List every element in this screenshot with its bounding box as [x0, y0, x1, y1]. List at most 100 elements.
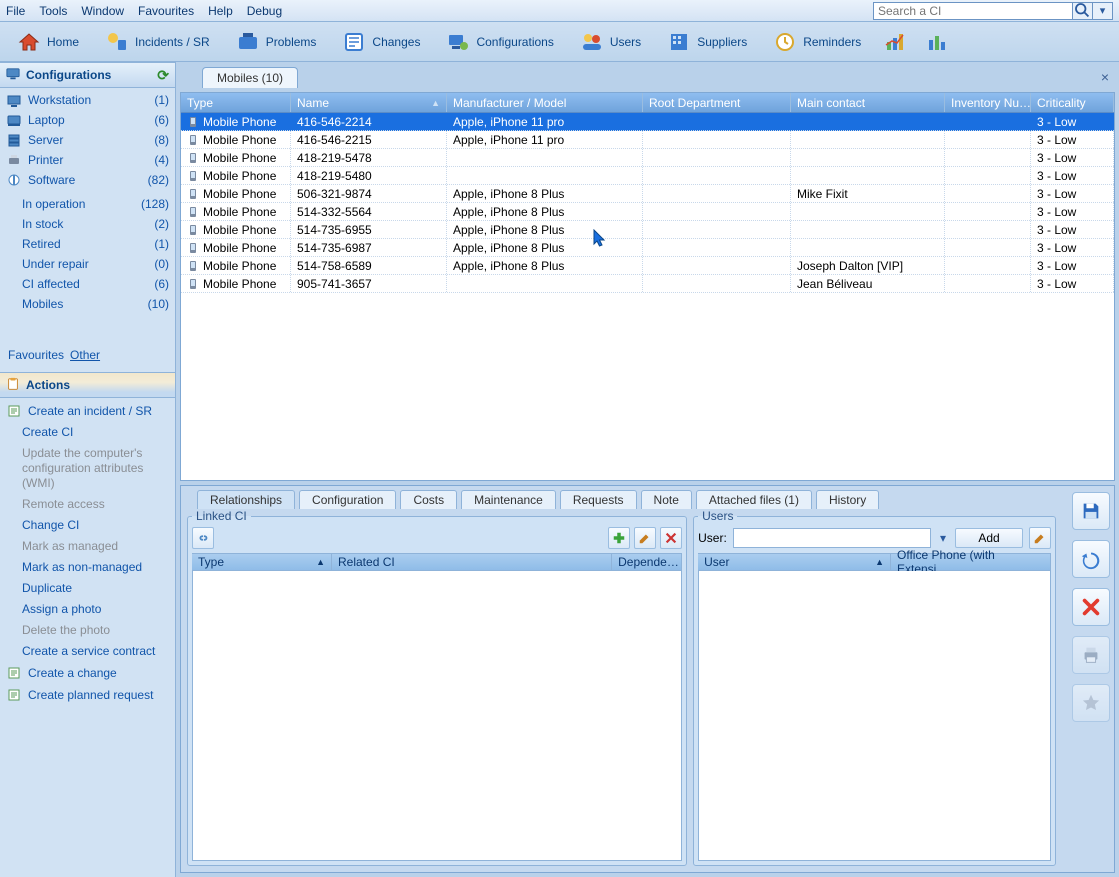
- detail-tab-relationships[interactable]: Relationships: [197, 490, 295, 509]
- phone-icon: [187, 170, 199, 182]
- sidebar-filter-mobiles[interactable]: Mobiles(10): [0, 294, 175, 314]
- sidebar-filter-retired[interactable]: Retired(1): [0, 234, 175, 254]
- user-input[interactable]: [733, 528, 931, 548]
- toolbar-users[interactable]: Users: [569, 25, 652, 59]
- edit-user-icon[interactable]: [1029, 527, 1051, 549]
- cat-icon: [6, 172, 22, 188]
- dropdown-icon[interactable]: ▾: [937, 531, 949, 545]
- col-root-department[interactable]: Root Department: [643, 93, 791, 112]
- menu-debug[interactable]: Debug: [247, 4, 282, 18]
- table-row[interactable]: Mobile Phone506-321-9874Apple, iPhone 8 …: [181, 185, 1114, 203]
- toolbar-chart1[interactable]: [876, 25, 914, 59]
- col-type[interactable]: Type: [181, 93, 291, 112]
- sidebar-filter-ci-affected[interactable]: CI affected(6): [0, 274, 175, 294]
- sidebar-filter-under-repair[interactable]: Under repair(0): [0, 254, 175, 274]
- delete-button[interactable]: [1072, 588, 1110, 626]
- toolbar-chart2[interactable]: [918, 25, 956, 59]
- menu-tools[interactable]: Tools: [39, 4, 67, 18]
- action-duplicate[interactable]: Duplicate: [0, 578, 175, 599]
- action-assign-a-photo[interactable]: Assign a photo: [0, 599, 175, 620]
- clipboard-icon: [6, 377, 20, 394]
- phone-icon: [187, 152, 199, 164]
- favourites-other[interactable]: Other: [70, 348, 100, 362]
- undo-button[interactable]: [1072, 540, 1110, 578]
- menu-help[interactable]: Help: [208, 4, 233, 18]
- sidebar-cat-software[interactable]: Software(82): [0, 170, 175, 190]
- table-row[interactable]: Mobile Phone514-735-6987Apple, iPhone 8 …: [181, 239, 1114, 257]
- refresh-icon[interactable]: ⟳: [157, 67, 169, 84]
- favourites-label[interactable]: Favourites: [8, 348, 64, 362]
- action-create-planned-request[interactable]: Create planned request: [0, 684, 175, 706]
- action-mark-as-non-managed[interactable]: Mark as non-managed: [0, 557, 175, 578]
- sidebar-cat-server[interactable]: Server(8): [0, 130, 175, 150]
- col-inventory[interactable]: Inventory Nu…: [945, 93, 1031, 112]
- add-link-icon[interactable]: [608, 527, 630, 549]
- detail-tab-attached-files-[interactable]: Attached files (1): [696, 490, 812, 509]
- action-create-a-change[interactable]: Create a change: [0, 662, 175, 684]
- search-input[interactable]: [873, 2, 1073, 20]
- detail-tab-maintenance[interactable]: Maintenance: [461, 490, 556, 509]
- toolbar-changes[interactable]: Changes: [331, 25, 431, 59]
- table-row[interactable]: Mobile Phone416-546-2215Apple, iPhone 11…: [181, 131, 1114, 149]
- menubar: File Tools Window Favourites Help Debug ▾: [0, 0, 1119, 22]
- col-manufacturer[interactable]: Manufacturer / Model: [447, 93, 643, 112]
- add-user-button[interactable]: Add: [955, 528, 1023, 548]
- action-change-ci[interactable]: Change CI: [0, 515, 175, 536]
- phone-icon: [187, 206, 199, 218]
- table-row[interactable]: Mobile Phone416-546-2214Apple, iPhone 11…: [181, 113, 1114, 131]
- detail-tab-note[interactable]: Note: [641, 490, 692, 509]
- sidebar-cat-printer[interactable]: Printer(4): [0, 150, 175, 170]
- favourite-button[interactable]: [1072, 684, 1110, 722]
- table-row[interactable]: Mobile Phone514-735-6955Apple, iPhone 8 …: [181, 221, 1114, 239]
- tab-mobiles[interactable]: Mobiles (10): [202, 67, 298, 88]
- edit-link-icon[interactable]: [634, 527, 656, 549]
- users-col-user[interactable]: User▲: [698, 554, 891, 570]
- col-criticality[interactable]: Criticality: [1031, 93, 1114, 112]
- toolbar-reminders[interactable]: Reminders: [762, 25, 872, 59]
- detail-tab-costs[interactable]: Costs: [400, 490, 457, 509]
- phone-icon: [187, 224, 199, 236]
- toolbar-label: Changes: [372, 35, 420, 49]
- print-button[interactable]: [1072, 636, 1110, 674]
- linked-col-dependency[interactable]: Depende…: [612, 554, 682, 570]
- detail-tab-requests[interactable]: Requests: [560, 490, 637, 509]
- toolbar-incidents[interactable]: Incidents / SR: [94, 25, 221, 59]
- toolbar-home[interactable]: Home: [6, 25, 90, 59]
- menu-file[interactable]: File: [6, 4, 25, 18]
- detail-tab-configuration[interactable]: Configuration: [299, 490, 396, 509]
- search-dropdown-icon[interactable]: ▾: [1093, 2, 1113, 20]
- toolbar-label: Problems: [266, 35, 317, 49]
- menu-window[interactable]: Window: [81, 4, 124, 18]
- link-icon[interactable]: [192, 527, 214, 549]
- action-icon: [6, 665, 22, 681]
- tab-close-icon[interactable]: ×: [1101, 69, 1109, 85]
- table-row[interactable]: Mobile Phone905-741-3657Jean Béliveau3 -…: [181, 275, 1114, 293]
- action-icon: [6, 403, 22, 419]
- action-create-a-service-contract[interactable]: Create a service contract: [0, 641, 175, 662]
- action-create-ci[interactable]: Create CI: [0, 422, 175, 443]
- col-name[interactable]: Name▲: [291, 93, 447, 112]
- action-create-an-incident-sr[interactable]: Create an incident / SR: [0, 400, 175, 422]
- table-row[interactable]: Mobile Phone514-332-5564Apple, iPhone 8 …: [181, 203, 1114, 221]
- table-row[interactable]: Mobile Phone514-758-6589Apple, iPhone 8 …: [181, 257, 1114, 275]
- toolbar-suppliers[interactable]: Suppliers: [656, 25, 758, 59]
- sidebar-filter-in-operation[interactable]: In operation(128): [0, 194, 175, 214]
- sidebar-filter-in-stock[interactable]: In stock(2): [0, 214, 175, 234]
- col-main-contact[interactable]: Main contact: [791, 93, 945, 112]
- linked-col-related[interactable]: Related CI: [332, 554, 612, 570]
- menu-favourites[interactable]: Favourites: [138, 4, 194, 18]
- linked-col-type[interactable]: Type▲: [192, 554, 332, 570]
- action-delete-the-photo: Delete the photo: [0, 620, 175, 641]
- toolbar-configurations[interactable]: Configurations: [435, 25, 564, 59]
- users-col-phone[interactable]: Office Phone (with Extensi…: [891, 554, 1051, 570]
- search-icon[interactable]: [1073, 2, 1093, 20]
- toolbar-problems[interactable]: Problems: [225, 25, 328, 59]
- table-row[interactable]: Mobile Phone418-219-54803 - Low: [181, 167, 1114, 185]
- sort-asc-icon: ▲: [431, 98, 440, 108]
- save-button[interactable]: [1072, 492, 1110, 530]
- detail-tab-history[interactable]: History: [816, 490, 879, 509]
- sidebar-cat-workstation[interactable]: Workstation(1): [0, 90, 175, 110]
- sidebar-cat-laptop[interactable]: Laptop(6): [0, 110, 175, 130]
- table-row[interactable]: Mobile Phone418-219-54783 - Low: [181, 149, 1114, 167]
- delete-link-icon[interactable]: [660, 527, 682, 549]
